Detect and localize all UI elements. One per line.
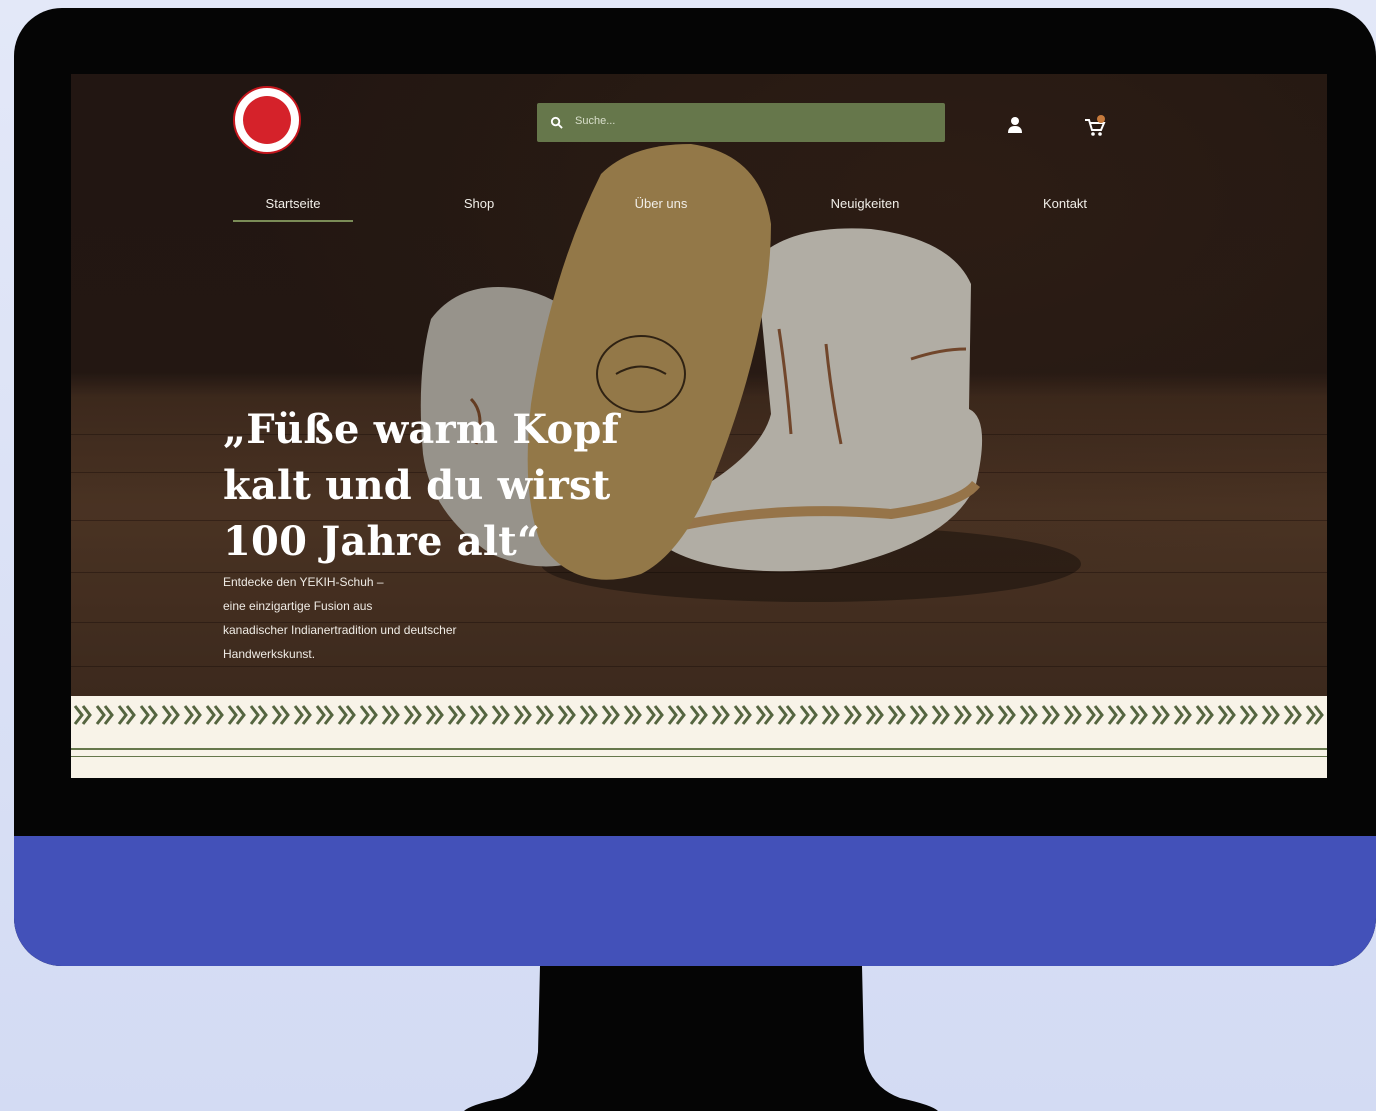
monitor-chin <box>14 836 1376 966</box>
cart-icon[interactable] <box>1082 114 1108 138</box>
brand-logo[interactable] <box>233 86 301 154</box>
search-input[interactable]: Suche... <box>575 115 615 127</box>
monitor-stand <box>464 966 938 1111</box>
user-icon[interactable] <box>1006 116 1024 134</box>
logo-emblem <box>243 96 291 144</box>
search-bar[interactable]: Suche... <box>537 103 945 142</box>
hero-headline-line: 100 Jahre alt“ <box>223 518 541 565</box>
hero-headline-line: „Füße warm Kopf <box>223 406 619 453</box>
main-navigation: Startseite Shop Über uns Neuigkeiten Kon… <box>71 195 1327 213</box>
hero-copy: „Füße warm Kopf kalt und du wirst 100 Ja… <box>223 402 743 666</box>
nav-item-startseite[interactable]: Startseite <box>233 195 353 213</box>
nav-item-ueber-uns[interactable]: Über uns <box>616 195 706 213</box>
band-divider <box>71 748 1327 750</box>
hero-headline-line: kalt und du wirst <box>223 462 611 509</box>
website-screen: Suche... Startseite Shop Über uns Neuigk… <box>71 74 1327 778</box>
nav-item-shop[interactable]: Shop <box>439 195 519 213</box>
nav-item-neuigkeiten[interactable]: Neuigkeiten <box>815 195 915 213</box>
hero-headline: „Füße warm Kopf kalt und du wirst 100 Ja… <box>223 402 743 570</box>
hero-subtext: Entdecke den YEKIH-Schuh – eine einzigar… <box>223 575 457 661</box>
nav-item-kontakt[interactable]: Kontakt <box>1025 195 1105 213</box>
chevron-pattern <box>71 696 1327 734</box>
search-icon <box>550 116 563 129</box>
nav-active-indicator <box>233 220 353 222</box>
band-divider <box>71 756 1327 757</box>
